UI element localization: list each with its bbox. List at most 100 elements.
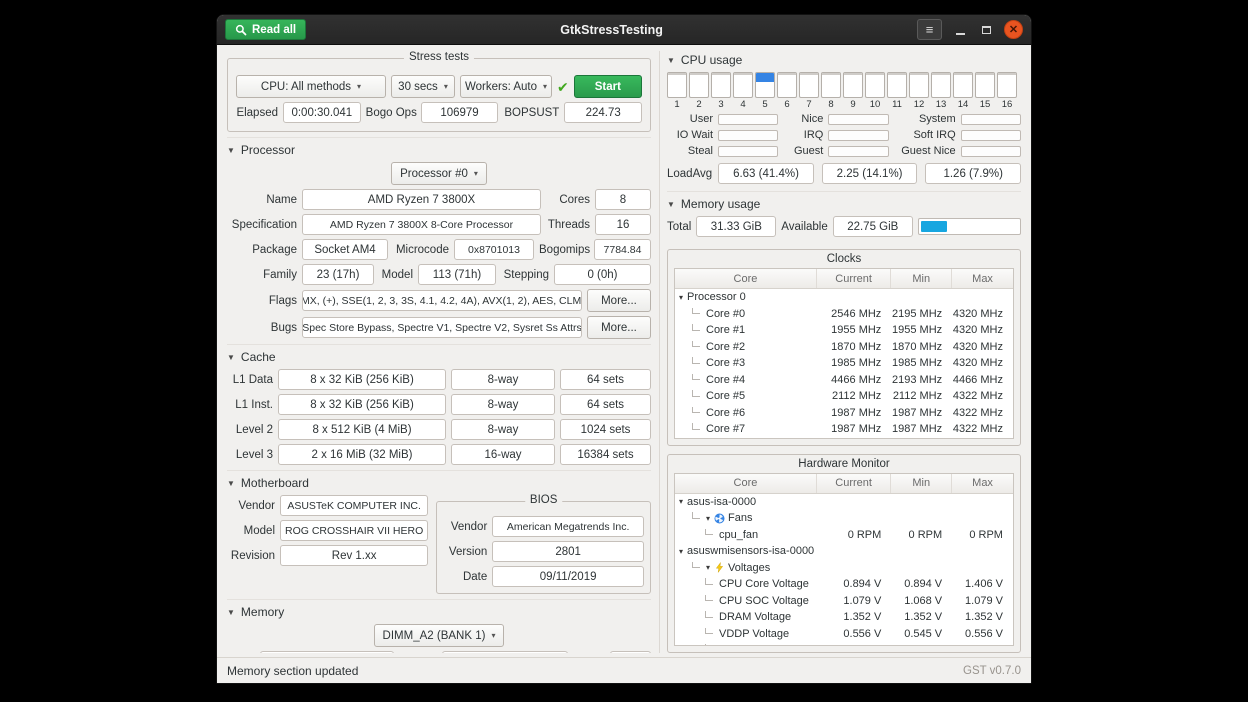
tree-row[interactable]: CPU SOC Voltage1.079 V1.068 V1.079 V xyxy=(675,593,1013,610)
flags-value[interactable]: MMX, (+), SSE(1, 2, 3, 3S, 4.1, 4.2, 4A)… xyxy=(302,290,582,311)
microcode-value[interactable]: 0x8701013 xyxy=(454,239,534,260)
elapsed-value[interactable]: 0:00:30.041 xyxy=(283,102,361,123)
tree-row[interactable]: cpu_fan0 RPM0 RPM0 RPM xyxy=(675,527,1013,544)
mem-rank-value[interactable]: 2 xyxy=(610,651,651,653)
loadavg-value[interactable]: 6.63 (41.4%) xyxy=(718,163,814,184)
mem-size-value[interactable]: 16384 MB xyxy=(260,651,394,653)
tree-row[interactable]: 1.8V PLL Voltage1.788 V1.788 V1.788 V xyxy=(675,642,1013,646)
dimm-select[interactable]: DIMM_A2 (BANK 1)▾ xyxy=(374,624,505,647)
row-label: asuswmisensors-isa-0000 xyxy=(687,545,814,557)
bugs-value[interactable]: Spec Store Bypass, Spectre V1, Spectre V… xyxy=(302,317,582,338)
cache-ways-value[interactable]: 16-way xyxy=(451,444,555,465)
tree-row[interactable]: ▾ asuswmisensors-isa-0000 xyxy=(675,543,1013,560)
expander-arrow-icon[interactable]: ▾ xyxy=(679,547,683,556)
mem-speed-value[interactable]: 3266 MT/s xyxy=(442,651,568,653)
cache-sets-value[interactable]: 64 sets xyxy=(560,369,651,390)
cache-size-value[interactable]: 8 x 32 KiB (256 KiB) xyxy=(278,394,446,415)
cache-sets-value[interactable]: 64 sets xyxy=(560,394,651,415)
cores-value[interactable]: 8 xyxy=(595,189,651,210)
stress-method-select[interactable]: CPU: All methods▾ xyxy=(236,75,386,98)
memory-usage-expander[interactable]: ▼ Memory usage xyxy=(667,197,1021,211)
tree-row[interactable]: DRAM Voltage1.352 V1.352 V1.352 V xyxy=(675,609,1013,626)
column-header-core[interactable]: Core xyxy=(675,474,817,493)
bugs-more-button[interactable]: More... xyxy=(587,316,651,339)
read-all-button[interactable]: Read all xyxy=(225,19,306,40)
spec-value[interactable]: AMD Ryzen 7 3800X 8-Core Processor xyxy=(302,214,541,235)
tree-row[interactable]: Core #11955 MHz1955 MHz4320 MHz xyxy=(675,322,1013,339)
memory-expander[interactable]: ▼ Memory xyxy=(227,605,651,619)
cache-ways-value[interactable]: 8-way xyxy=(451,394,555,415)
family-value[interactable]: 23 (17h) xyxy=(302,264,374,285)
cache-size-value[interactable]: 8 x 512 KiB (4 MiB) xyxy=(278,419,446,440)
tree-row[interactable]: ▾asus-isa-0000 xyxy=(675,494,1013,511)
stepping-value[interactable]: 0 (0h) xyxy=(554,264,651,285)
tree-row[interactable]: CPU Core Voltage0.894 V0.894 V1.406 V xyxy=(675,576,1013,593)
processor-expander[interactable]: ▼ Processor xyxy=(227,143,651,157)
row-current-cell: 0 RPM xyxy=(817,529,891,541)
tree-branch-icon xyxy=(692,423,700,430)
mem-available-value[interactable]: 22.75 GiB xyxy=(833,216,913,237)
tree-row[interactable]: Core #52112 MHz2112 MHz4322 MHz xyxy=(675,388,1013,405)
cache-expander[interactable]: ▼ Cache xyxy=(227,350,651,364)
cache-sets-value[interactable]: 16384 sets xyxy=(560,444,651,465)
column-header-min[interactable]: Min xyxy=(891,474,952,493)
tree-row[interactable]: Core #61987 MHz1987 MHz4322 MHz xyxy=(675,405,1013,422)
mb-revision-value[interactable]: Rev 1.xx xyxy=(280,545,428,566)
titlebar[interactable]: Read all GtkStressTesting ≡ ✕ xyxy=(217,15,1031,45)
expander-arrow-icon[interactable]: ▾ xyxy=(706,514,710,523)
tree-row[interactable]: Core #21870 MHz1870 MHz4320 MHz xyxy=(675,339,1013,356)
tree-row[interactable]: Core #02546 MHz2195 MHz4320 MHz xyxy=(675,306,1013,323)
bugs-label: Bugs xyxy=(227,322,297,334)
tree-row[interactable]: ▾Fans xyxy=(675,510,1013,527)
column-header-min[interactable]: Min xyxy=(891,269,952,288)
column-header-max[interactable]: Max xyxy=(952,474,1013,493)
bios-version-value[interactable]: 2801 xyxy=(492,541,644,562)
tree-row[interactable]: Core #44466 MHz2193 MHz4466 MHz xyxy=(675,372,1013,389)
menu-button[interactable]: ≡ xyxy=(917,19,942,40)
cpu-core-meter-number: 3 xyxy=(718,99,723,110)
cpu-core-meter-number: 6 xyxy=(784,99,789,110)
tree-row[interactable]: Core #31985 MHz1985 MHz4320 MHz xyxy=(675,355,1013,372)
stress-duration-select[interactable]: 30 secs▾ xyxy=(391,75,455,98)
mb-vendor-value[interactable]: ASUSTeK COMPUTER INC. xyxy=(280,495,428,516)
cpu-name-value[interactable]: AMD Ryzen 7 3800X xyxy=(302,189,541,210)
loadavg-value[interactable]: 2.25 (14.1%) xyxy=(822,163,918,184)
tree-row[interactable]: ▾Voltages xyxy=(675,560,1013,577)
tree-row[interactable]: Core #71987 MHz1987 MHz4322 MHz xyxy=(675,421,1013,438)
loadavg-value[interactable]: 1.26 (7.9%) xyxy=(925,163,1021,184)
bogomips-value[interactable]: 7784.84 xyxy=(594,239,651,260)
expander-arrow-icon[interactable]: ▾ xyxy=(679,497,683,506)
cache-size-value[interactable]: 8 x 32 KiB (256 KiB) xyxy=(278,369,446,390)
tree-row[interactable]: VDDP Voltage0.556 V0.545 V0.556 V xyxy=(675,626,1013,643)
column-header-current[interactable]: Current xyxy=(817,474,891,493)
model-value[interactable]: 113 (71h) xyxy=(418,264,496,285)
motherboard-expander[interactable]: ▼ Motherboard xyxy=(227,476,651,490)
column-header-current[interactable]: Current xyxy=(817,269,891,288)
flags-more-button[interactable]: More... xyxy=(587,289,651,312)
maximize-button[interactable] xyxy=(978,21,994,39)
minimize-button[interactable] xyxy=(952,21,968,39)
cache-sets-value[interactable]: 1024 sets xyxy=(560,419,651,440)
expander-arrow-icon[interactable]: ▾ xyxy=(679,293,683,302)
bopsust-value[interactable]: 224.73 xyxy=(564,102,642,123)
tree-row[interactable]: ▾Processor 0 xyxy=(675,289,1013,306)
mb-model-value[interactable]: ROG CROSSHAIR VII HERO xyxy=(280,520,428,541)
bogo-ops-value[interactable]: 106979 xyxy=(421,102,499,123)
cache-size-value[interactable]: 2 x 16 MiB (32 MiB) xyxy=(278,444,446,465)
package-value[interactable]: Socket AM4 xyxy=(302,239,388,260)
bios-vendor-value[interactable]: American Megatrends Inc. xyxy=(492,516,644,537)
column-header-core[interactable]: Core xyxy=(675,269,817,288)
mem-total-value[interactable]: 31.33 GiB xyxy=(696,216,776,237)
close-button[interactable]: ✕ xyxy=(1004,20,1023,39)
row-max-cell: 4320 MHz xyxy=(952,308,1013,320)
threads-value[interactable]: 16 xyxy=(595,214,651,235)
cpu-usage-expander[interactable]: ▼ CPU usage xyxy=(667,53,1021,67)
expander-arrow-icon[interactable]: ▾ xyxy=(706,563,710,572)
column-header-max[interactable]: Max xyxy=(952,269,1013,288)
cache-ways-value[interactable]: 8-way xyxy=(451,369,555,390)
bios-date-value[interactable]: 09/11/2019 xyxy=(492,566,644,587)
stress-workers-select[interactable]: Workers: Auto▾ xyxy=(460,75,552,98)
cache-ways-value[interactable]: 8-way xyxy=(451,419,555,440)
processor-select[interactable]: Processor #0▾ xyxy=(391,162,487,185)
start-button[interactable]: Start xyxy=(574,75,642,98)
